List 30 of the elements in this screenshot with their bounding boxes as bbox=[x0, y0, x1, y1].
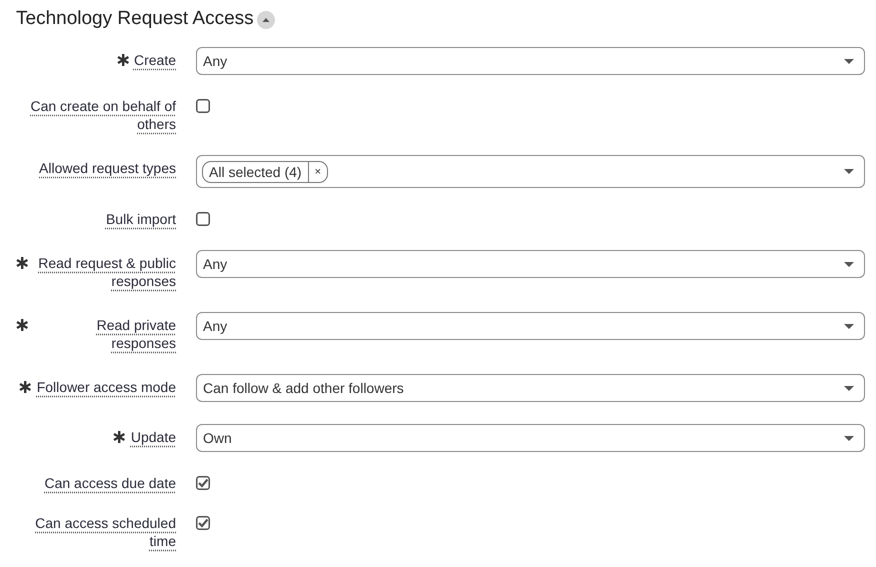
checkbox[interactable] bbox=[196, 212, 210, 226]
dropdown[interactable]: Own bbox=[196, 424, 865, 452]
field-label: Read private responses bbox=[96, 316, 176, 352]
checkbox[interactable] bbox=[196, 99, 210, 113]
dropdown[interactable]: Can follow & add other followers bbox=[196, 374, 865, 402]
dropdown[interactable]: Any bbox=[196, 312, 865, 340]
field-label: Can access due date bbox=[44, 474, 176, 492]
field-label: Follower access mode bbox=[36, 378, 176, 396]
field-label: Allowed request types bbox=[39, 159, 176, 177]
caret-icon bbox=[844, 386, 854, 390]
dropdown[interactable]: Any bbox=[196, 47, 865, 75]
collapse-icon[interactable] bbox=[256, 11, 275, 29]
checkbox[interactable] bbox=[196, 476, 210, 490]
section-title: Technology Request Access bbox=[16, 8, 254, 30]
caret-icon bbox=[844, 324, 854, 328]
dropdown[interactable]: Any bbox=[196, 250, 865, 278]
caret-icon bbox=[844, 436, 854, 440]
caret-icon bbox=[844, 262, 854, 266]
checkbox[interactable] bbox=[196, 516, 210, 530]
caret-icon bbox=[844, 169, 854, 174]
field-label: Bulk import bbox=[106, 210, 176, 228]
tag-chip: All selected (4) × bbox=[202, 160, 328, 182]
field-label: Can access scheduled time bbox=[34, 514, 176, 550]
multi-select-field[interactable]: All selected (4) × bbox=[196, 155, 865, 188]
field-label: Create bbox=[134, 51, 176, 69]
caret-icon bbox=[844, 58, 854, 64]
field-label: Can create on behalf of others bbox=[29, 97, 176, 133]
field-label: Read request & public responses bbox=[37, 254, 176, 290]
remove-button[interactable]: × bbox=[308, 162, 328, 182]
field-label: Update bbox=[130, 428, 176, 446]
